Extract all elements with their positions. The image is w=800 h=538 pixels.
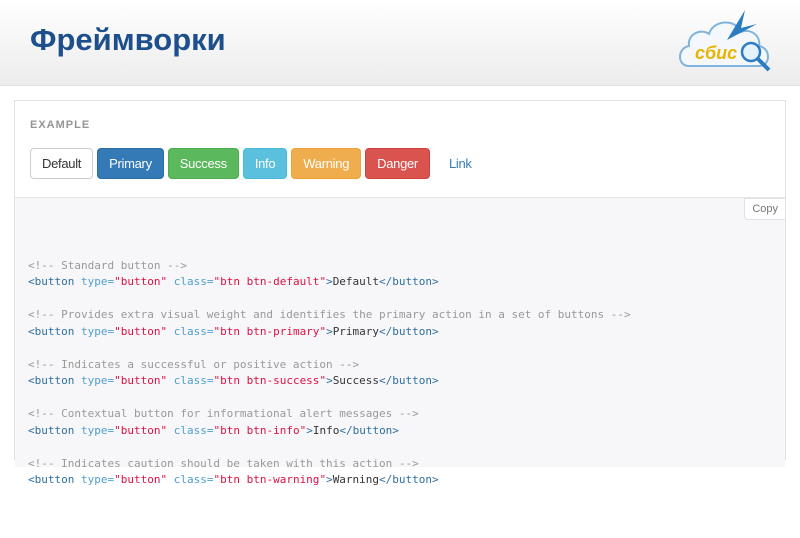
code-text: Warning <box>332 473 380 486</box>
code-snippet: <!-- Contextual button for informational… <box>28 407 419 437</box>
danger-button[interactable]: Danger <box>365 148 430 179</box>
code-comment: <!-- Indicates caution should be taken w… <box>28 456 419 470</box>
code-snippet: <!-- Indicates a successful or positive … <box>28 357 439 388</box>
code-value: btn btn-success <box>220 374 320 387</box>
code-value: "button" <box>114 423 168 437</box>
link-button[interactable]: Link <box>434 148 487 179</box>
code-comment: <!-- Standard button --> <box>28 258 187 272</box>
code-value: "button" <box>114 324 168 338</box>
code-attr: class= <box>173 324 214 338</box>
svg-text:сбис: сбис <box>695 43 737 63</box>
code-snippet: <!-- Provides extra visual weight and id… <box>28 308 631 338</box>
warning-button[interactable]: Warning <box>291 148 362 179</box>
code-comment: <!-- Provides extra visual weight and id… <box>28 308 631 321</box>
code-attr: class= <box>173 423 214 437</box>
code-value: btn btn-primary <box>220 324 320 338</box>
code-attr: class= <box>173 275 214 288</box>
code-snippet: <!-- Indicates caution should be taken w… <box>28 456 439 487</box>
code-comment: <!-- Indicates a successful or positive … <box>28 357 360 371</box>
code-comment: <!-- Contextual button for informational… <box>28 407 419 420</box>
code-text: Primary <box>332 324 380 338</box>
code-value: "button" <box>114 275 168 288</box>
code-text: Default <box>332 275 380 288</box>
sbis-logo: сбис <box>679 10 771 72</box>
code-attr: class= <box>173 473 214 486</box>
code-tag: </button> <box>379 324 439 338</box>
success-button[interactable]: Success <box>167 148 239 179</box>
code-tag: </button> <box>379 374 439 387</box>
code-block: Copy <!-- Standard button --> <button typ… <box>15 197 786 486</box>
code-value: "button" <box>114 374 168 387</box>
code-tag: <button <box>28 473 75 486</box>
code-attr: type= <box>80 473 115 486</box>
example-panel: EXAMPLE Default Primary Success Info War… <box>14 100 786 486</box>
code-tag: </button> <box>339 423 399 437</box>
code-attr: type= <box>80 324 115 338</box>
primary-button[interactable]: Primary <box>97 148 164 179</box>
code-attr: type= <box>80 374 115 387</box>
example-label: EXAMPLE <box>30 119 91 131</box>
code-attr: class= <box>173 374 214 387</box>
page-title: Фреймворки <box>30 22 226 57</box>
code-value: "button" <box>114 473 168 486</box>
code-tag: <button <box>28 423 75 437</box>
code-tag: <button <box>28 275 75 288</box>
default-button[interactable]: Default <box>30 148 94 179</box>
code-tag: <button <box>28 324 75 338</box>
code-attr: type= <box>80 275 115 288</box>
copy-button[interactable]: Copy <box>744 198 786 220</box>
code-value: btn btn-warning <box>220 473 320 486</box>
code-snippet: <!-- Standard button --> <button type="bu… <box>28 258 439 289</box>
code-text: Info <box>312 423 340 437</box>
info-button[interactable]: Info <box>242 148 288 179</box>
code-value: btn btn-info <box>220 423 300 437</box>
code-tag: </button> <box>379 275 439 288</box>
code-tag: </button> <box>379 473 439 486</box>
code-value: btn btn-default <box>220 275 320 288</box>
code-attr: type= <box>80 423 115 437</box>
header: Фреймворки сбис <box>0 0 800 86</box>
code-text: Success <box>332 374 380 387</box>
code-tag: <button <box>28 374 75 387</box>
